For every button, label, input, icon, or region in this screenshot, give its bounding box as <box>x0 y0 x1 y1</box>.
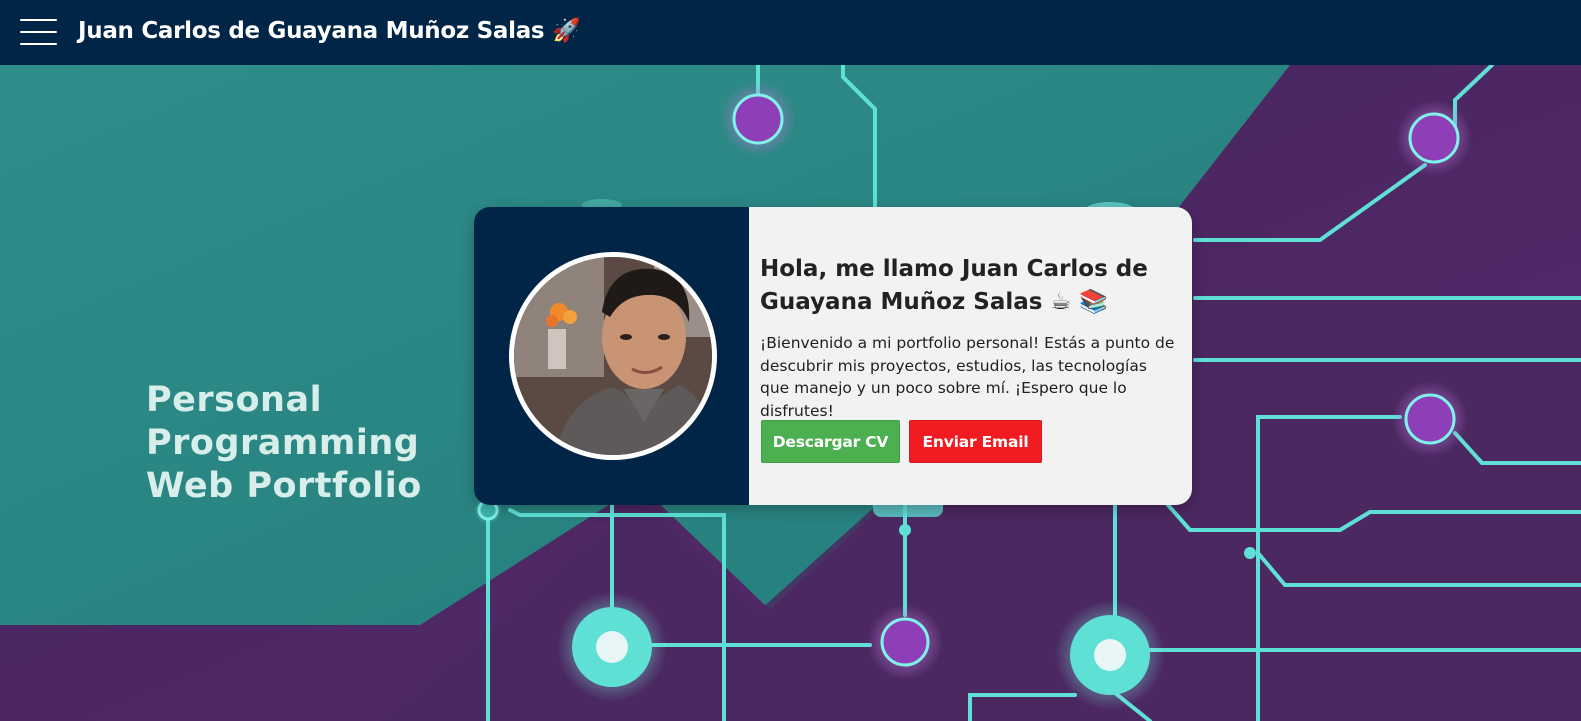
intro-text: ¡Bienvenido a mi portfolio personal! Est… <box>760 334 1175 420</box>
menu-line <box>20 31 57 33</box>
menu-line <box>20 19 57 21</box>
intro-card: Hola, me llamo Juan Carlos de Guayana Mu… <box>474 207 1192 505</box>
tagline-line: Programming <box>146 423 420 463</box>
menu-line <box>20 43 57 45</box>
card-photo-panel <box>474 207 749 505</box>
hamburger-menu-icon[interactable] <box>20 17 57 47</box>
action-buttons: Descargar CV Enviar Email <box>761 420 1042 463</box>
download-cv-button[interactable]: Descargar CV <box>761 420 900 463</box>
profile-photo <box>514 257 712 455</box>
tagline-line: Personal <box>146 380 323 420</box>
site-title[interactable]: Juan Carlos de Guayana Muñoz Salas 🚀 <box>78 17 581 44</box>
intro-heading: Hola, me llamo Juan Carlos de Guayana Mu… <box>760 256 1148 315</box>
card-content: Hola, me llamo Juan Carlos de Guayana Mu… <box>749 207 1192 505</box>
tagline-line: Web Portfolio <box>146 466 422 506</box>
send-email-button[interactable]: Enviar Email <box>909 420 1042 463</box>
top-navbar: Juan Carlos de Guayana Muñoz Salas 🚀 <box>0 0 1581 65</box>
profile-avatar <box>509 252 717 460</box>
hero-section: Personal Programming Web Portfolio Hola,… <box>0 65 1581 721</box>
hero-tagline: Personal Programming Web Portfolio <box>146 379 422 508</box>
